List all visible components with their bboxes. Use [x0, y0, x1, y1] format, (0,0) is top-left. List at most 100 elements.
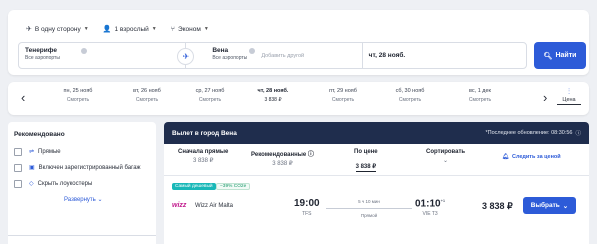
sort-recommended[interactable]: Рекомендованные ⓘ 3 838 ₽ [251, 149, 314, 167]
filters-title: Рекомендовано [14, 131, 65, 138]
filter-direct[interactable]: ⇌ Прямые [14, 148, 150, 156]
filters-panel: Рекомендовано ⇌ Прямые ▣ Включен зарегис… [8, 122, 156, 244]
origin-city: Тенерифе [25, 47, 57, 54]
destination-field[interactable]: ✈ Вена Все аэропорты Добавить другой [177, 43, 363, 68]
cheapest-badge: Самый дешевый [172, 183, 216, 190]
date-field[interactable]: чт, 28 нояб. [363, 43, 526, 68]
chevron-down-icon: ⌄ [562, 202, 569, 210]
add-destination-link[interactable]: Добавить другой [261, 53, 304, 59]
date-option-price: Смотреть [198, 97, 222, 103]
airline-logo: wizz [172, 202, 187, 209]
sort-value: 3 838 ₽ [355, 164, 377, 172]
chevron-left-icon[interactable]: ‹ [21, 90, 25, 105]
select-flight-button[interactable]: Выбрать ⌄ [523, 197, 576, 214]
arrival-airport: VIE T3 [422, 211, 438, 218]
date-option-price: Смотреть [468, 97, 492, 103]
chevron-down-icon: ▼ [83, 26, 89, 32]
flight-stops: Прямой [360, 213, 378, 218]
divider [8, 235, 156, 236]
price-tab-label: Цена [557, 97, 581, 105]
date-option-selected[interactable]: чт, 28 нояб. 3 838 ₽ [245, 88, 301, 103]
sort-by-price[interactable]: По цене 3 838 ₽ [354, 149, 378, 173]
chevron-down-icon: ⌄ [443, 158, 449, 164]
trip-type-select[interactable]: ✈ В одну сторону ▼ [26, 23, 89, 35]
flight-duration: 5 ч 10 мин [358, 199, 380, 204]
info-icon[interactable]: ⓘ [575, 129, 581, 137]
date-option-date: ср, 27 нояб [195, 88, 225, 94]
date-strip: ‹ пн, 25 нояб Смотреть вт, 26 нояб Смотр… [8, 82, 589, 115]
date-option[interactable]: ср, 27 нояб Смотреть [182, 88, 238, 103]
date-option[interactable]: сб, 30 нояб Смотреть [382, 88, 438, 103]
date-option[interactable]: пт, 29 нояб Смотреть [315, 88, 371, 103]
info-icon [81, 48, 87, 54]
price-chart-tab[interactable]: ⫶ Цена [557, 87, 581, 105]
filter-lowcost[interactable]: ◇ Скрыть лоукостеры [14, 180, 150, 188]
search-options: ✈ В одну сторону ▼ 👤 1 взрослый ▼ ⑂ Экон… [26, 23, 209, 35]
checkbox[interactable] [14, 164, 22, 172]
date-option[interactable]: вс, 1 дек Смотреть [452, 88, 508, 103]
departure-time: 19:00 [294, 198, 320, 209]
date-option-date: пн, 25 нояб [63, 88, 93, 94]
checkbox[interactable] [14, 148, 22, 156]
sort-dropdown[interactable]: Сортировать ⌄ [426, 149, 465, 164]
trip-type-label: В одну сторону [34, 25, 81, 33]
info-icon: ⓘ [307, 152, 314, 158]
filter-luggage[interactable]: ▣ Включен зарегистрированный багаж [14, 164, 150, 172]
route-info: 5 ч 10 мин Прямой [326, 199, 412, 218]
flight-card[interactable]: Самый дешевый −39% CO2e wizz Wizz Air Ma… [164, 176, 589, 236]
filter-label: Включен зарегистрированный багаж [38, 165, 141, 171]
search-button-label: Найти [555, 52, 577, 59]
passengers-select[interactable]: 👤 1 взрослый ▼ [103, 23, 157, 35]
swap-icon[interactable]: ✈ [177, 48, 195, 65]
sort-name: Сортировать [426, 149, 466, 155]
chevron-down-icon: ⌄ [97, 197, 103, 203]
plane-icon: ✈ [26, 26, 32, 33]
search-button[interactable]: 🔍︎ Найти [534, 42, 586, 69]
date-value: чт, 28 нояб. [368, 52, 406, 59]
date-option[interactable]: пн, 25 нояб Смотреть [50, 88, 106, 103]
cabin-class-label: Эконом [177, 25, 201, 33]
select-label: Выбрать [530, 202, 560, 209]
expand-filters-link[interactable]: Развернуть ⌄ [64, 196, 150, 203]
expand-label: Развернуть [64, 197, 96, 203]
date-option-price: Смотреть [398, 97, 422, 103]
tag-icon: ◇ [29, 181, 34, 187]
date-option-price: Смотреть [135, 97, 159, 103]
date-option-date: пт, 29 нояб [329, 88, 357, 94]
checkbox[interactable] [14, 180, 22, 188]
chevron-right-icon[interactable]: › [543, 90, 547, 105]
date-option-price: Смотреть [66, 97, 90, 103]
luggage-icon: ▣ [29, 165, 35, 171]
date-option[interactable]: вт, 26 нояб Смотреть [119, 88, 175, 103]
date-option-date: сб, 30 нояб [395, 88, 425, 94]
sort-bar: Сначала прямые 3 838 ₽ Рекомендованные ⓘ… [164, 144, 589, 176]
route-line [326, 208, 412, 209]
co2-badge: −39% CO2e [216, 183, 251, 190]
results-header: Вылет в город Вена *Последнее обновление… [164, 122, 589, 144]
results-panel: Вылет в город Вена *Последнее обновление… [164, 122, 589, 244]
arrival-time-value: 01:10 [415, 198, 441, 210]
last-updated-text: *Последнее обновление: 08:30:56 [485, 130, 573, 136]
filter-label: Скрыть лоукостеры [37, 181, 93, 187]
flight-price: 3 838 ₽ [482, 201, 513, 211]
price-alert-button[interactable]: 🔔︎ Следить за ценой [502, 154, 561, 160]
results-title: Вылет в город Вена [172, 129, 237, 137]
passengers-label: 1 взрослый [114, 25, 149, 33]
next-day-marker: +1 [440, 198, 446, 203]
search-fields: Тенерифе Все аэропорты ✈ Вена Все аэропо… [18, 42, 527, 69]
search-icon: 🔍︎ [543, 52, 553, 60]
cabin-class-select[interactable]: ⑂ Эконом ▼ [171, 23, 209, 35]
airline-name: Wizz Air Malta [195, 203, 234, 209]
sort-name: Сначала прямые [178, 149, 229, 155]
sort-name-text: Рекомендованные [251, 152, 307, 158]
origin-field[interactable]: Тенерифе Все аэропорты [19, 43, 187, 68]
sort-value: 3 838 ₽ [272, 161, 293, 167]
last-updated: *Последнее обновление: 08:30:56 ⓘ [486, 129, 581, 137]
direct-icon: ⇌ [29, 149, 35, 155]
filter-label: Прямые [38, 149, 61, 155]
sort-direct-first[interactable]: Сначала прямые 3 838 ₽ [178, 149, 228, 164]
origin-airports: Все аэропорты [25, 55, 60, 61]
date-option-date: вс, 1 дек [469, 88, 491, 94]
departure-airport: TFS [302, 211, 312, 217]
date-option-price: 3 838 ₽ [264, 97, 282, 103]
